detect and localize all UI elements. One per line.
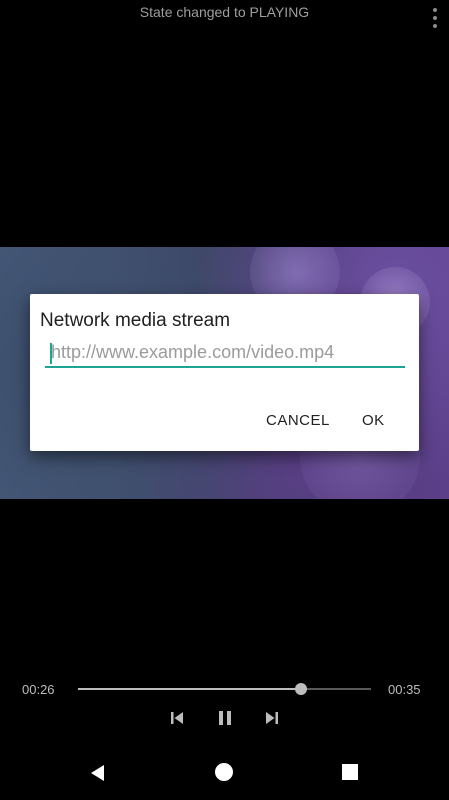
dialog-title: Network media stream — [40, 310, 231, 331]
seek-thumb[interactable] — [294, 683, 307, 695]
stream-url-input[interactable] — [45, 338, 405, 368]
current-time: 00:26 — [22, 682, 55, 697]
network-stream-dialog: Network media stream CANCEL OK — [30, 294, 419, 451]
seek-bar[interactable] — [78, 683, 371, 695]
seek-bar-progress — [78, 688, 301, 690]
total-time: 00:35 — [388, 682, 421, 697]
system-navigation-bar — [0, 755, 449, 800]
cancel-button[interactable]: CANCEL — [258, 406, 338, 435]
home-icon[interactable] — [215, 763, 233, 781]
skip-next-icon[interactable] — [262, 708, 282, 728]
pause-icon[interactable] — [215, 708, 235, 728]
skip-previous-icon[interactable] — [167, 708, 187, 728]
status-text: State changed to PLAYING — [139, 4, 310, 20]
ok-button[interactable]: OK — [354, 406, 393, 435]
recents-icon[interactable] — [342, 764, 358, 780]
overflow-menu-icon[interactable] — [431, 8, 439, 28]
back-icon[interactable] — [88, 763, 108, 783]
text-cursor — [50, 343, 52, 364]
